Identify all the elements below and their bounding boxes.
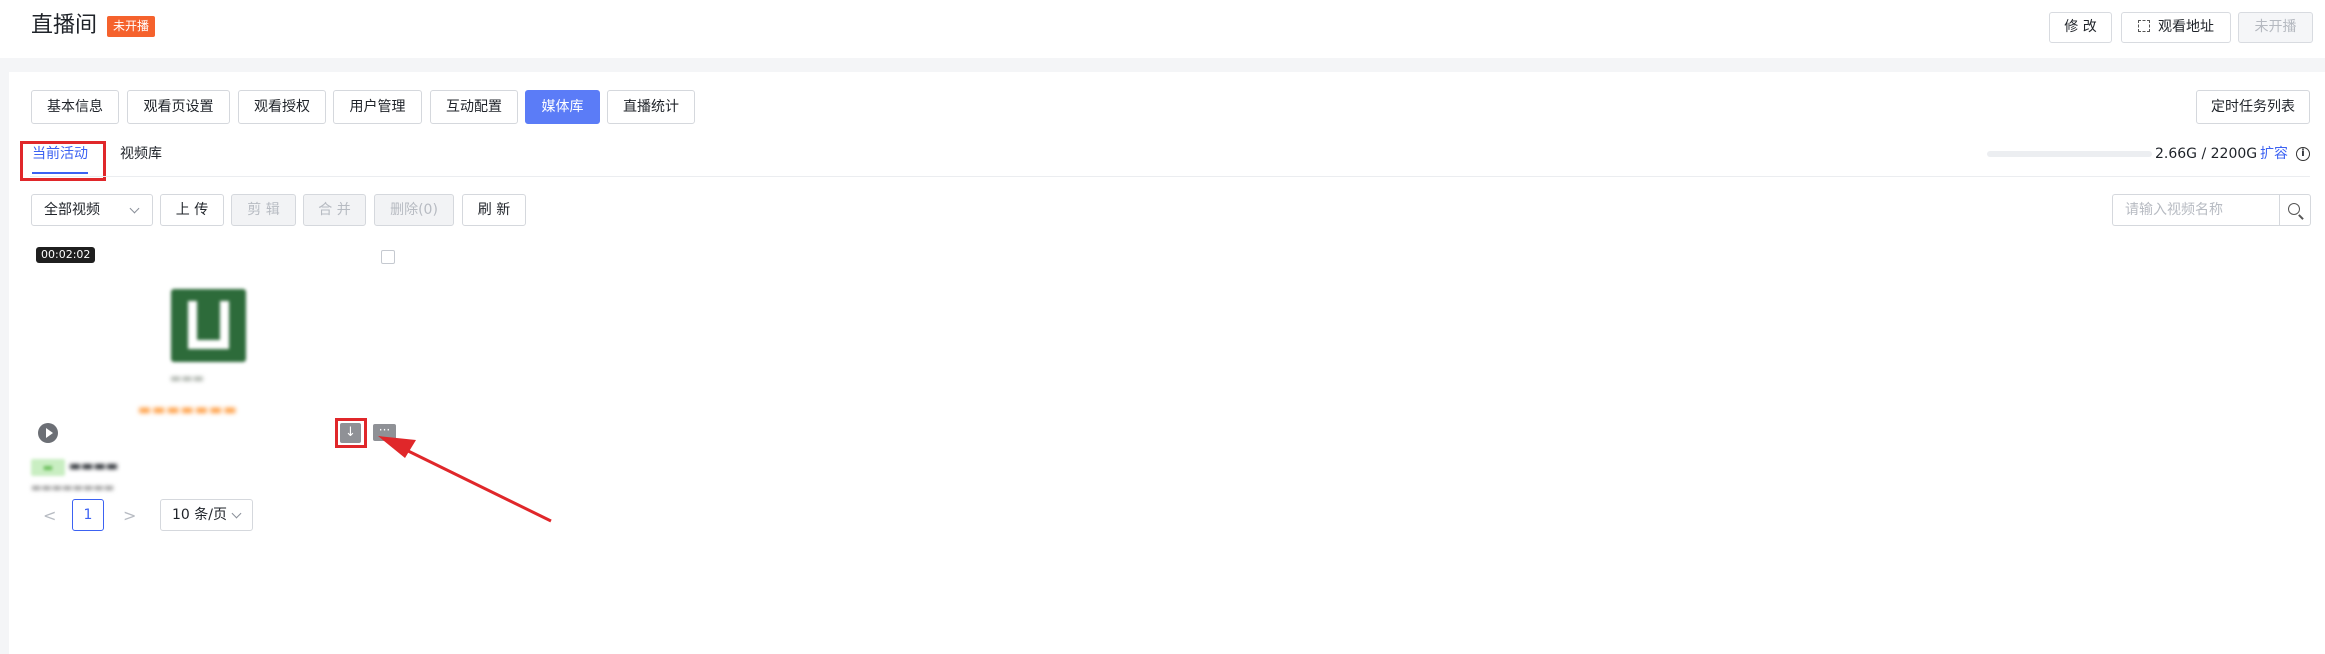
edit-button[interactable]: 修 改 [2049,12,2112,43]
tab-watch-authorization[interactable]: 观看授权 [238,90,326,124]
chevron-down-icon [129,203,140,214]
play-icon[interactable] [38,423,58,443]
chevron-down-icon [231,508,242,519]
subtab-divider [30,176,2310,177]
refresh-button[interactable]: 刷 新 [462,194,526,226]
download-highlight-box [335,418,367,448]
merge-button[interactable]: 合 并 [303,194,366,226]
video-select-checkbox[interactable] [381,250,395,264]
video-duration-badge: 00:02:02 [36,247,96,263]
page-size-select[interactable]: 10 条/页 [160,499,253,531]
tab-media-library[interactable]: 媒体库 [525,90,600,124]
expand-storage-link[interactable]: 扩容 [2260,144,2288,164]
video-file-name: ▬▬▬▬ [69,459,119,474]
video-type-badge: ▬ [31,459,65,476]
start-live-button[interactable]: 未开播 [2238,12,2313,43]
page-title: 直播间 [31,13,98,38]
video-thumbnail-caption: ▬▬▬▬▬▬▬ [138,402,238,418]
video-thumbnail-logo [171,289,246,362]
media-library-panel [9,72,2325,654]
video-filter-value: 全部视频 [44,202,100,218]
tab-live-statistics[interactable]: 直播统计 [607,90,695,124]
live-status-badge: 未开播 [107,16,156,37]
pagination-prev-button[interactable]: < [43,508,56,524]
page-size-value: 10 条/页 [172,507,227,523]
watch-url-label: 观看地址 [2158,19,2214,35]
search-icon [2288,203,2300,215]
info-icon[interactable]: i [2296,147,2310,161]
tab-watch-page-settings[interactable]: 观看页设置 [127,90,230,124]
storage-usage-bar [1987,151,2152,157]
tab-interaction-config[interactable]: 互动配置 [430,90,518,124]
scheduled-tasks-button[interactable]: 定时任务列表 [2196,90,2310,124]
search-icon-handle [2298,214,2304,220]
subtab-highlight-box [20,141,106,181]
tab-basic-info[interactable]: 基本信息 [31,90,119,124]
page-header: 直播间 未开播 修 改 观看地址 未开播 [0,0,2325,58]
video-filter-select[interactable]: 全部视频 [31,194,153,226]
clip-button[interactable]: 剪 辑 [231,194,296,226]
watch-url-button[interactable]: 观看地址 [2121,12,2231,43]
delete-button[interactable]: 删除(0) [374,194,454,226]
video-search-input[interactable] [2112,194,2280,226]
tab-user-management[interactable]: 用户管理 [333,90,422,124]
scan-icon [2138,20,2150,32]
subtab-video-library[interactable]: 视频库 [120,144,162,164]
search-button[interactable] [2279,194,2311,226]
video-upload-date: ▬▬▬▬▬▬▬▬ [31,481,115,494]
upload-button[interactable]: 上 传 [160,194,224,226]
video-thumbnail-subtext: ▬▬▬ [170,371,205,385]
pagination-current-page[interactable]: 1 [72,499,104,531]
more-icon[interactable]: ··· [373,424,396,441]
storage-usage-text: 2.66G / 2200G [2155,146,2258,162]
pagination-next-button[interactable]: > [123,508,136,524]
